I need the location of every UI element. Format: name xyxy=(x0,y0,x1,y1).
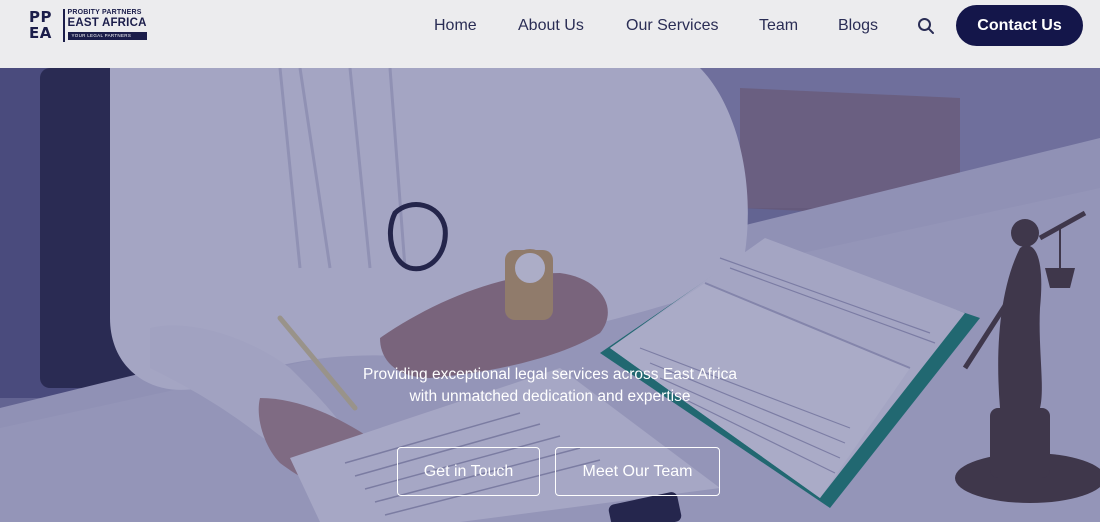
nav-home[interactable]: Home xyxy=(434,16,477,36)
logo-wordmark: PROBITY PARTNERS EAST AFRICA YOUR LEGAL … xyxy=(67,9,147,40)
site-header: PP EA PROBITY PARTNERS EAST AFRICA YOUR … xyxy=(0,0,1100,68)
meet-our-team-button[interactable]: Meet Our Team xyxy=(555,447,720,496)
logo-divider xyxy=(63,9,65,42)
logo-monogram-bottom: EA xyxy=(29,24,52,42)
logo-monogram: PP EA xyxy=(29,9,59,41)
logo-name-big: EAST AFRICA xyxy=(67,17,147,29)
brand-logo[interactable]: PP EA PROBITY PARTNERS EAST AFRICA YOUR … xyxy=(29,9,147,42)
logo-monogram-top: PP xyxy=(29,8,52,26)
nav-blogs[interactable]: Blogs xyxy=(838,16,878,36)
hero-tagline: Providing exceptional legal services acr… xyxy=(300,364,800,408)
hero-tagline-line1: Providing exceptional legal services acr… xyxy=(363,366,737,383)
get-in-touch-button[interactable]: Get in Touch xyxy=(397,447,540,496)
contact-us-button[interactable]: Contact Us xyxy=(956,5,1083,46)
logo-name-small: PROBITY PARTNERS xyxy=(67,9,142,16)
hero-tint-overlay xyxy=(0,68,1100,522)
logo-tagline: YOUR LEGAL PARTNERS xyxy=(67,32,147,40)
nav-team[interactable]: Team xyxy=(759,16,798,36)
search-icon[interactable] xyxy=(917,17,935,35)
hero-tagline-line2: with unmatched dedication and expertise xyxy=(409,388,691,405)
nav-our-services[interactable]: Our Services xyxy=(626,16,718,36)
hero-section: Providing exceptional legal services acr… xyxy=(0,68,1100,522)
nav-about-us[interactable]: About Us xyxy=(518,16,584,36)
